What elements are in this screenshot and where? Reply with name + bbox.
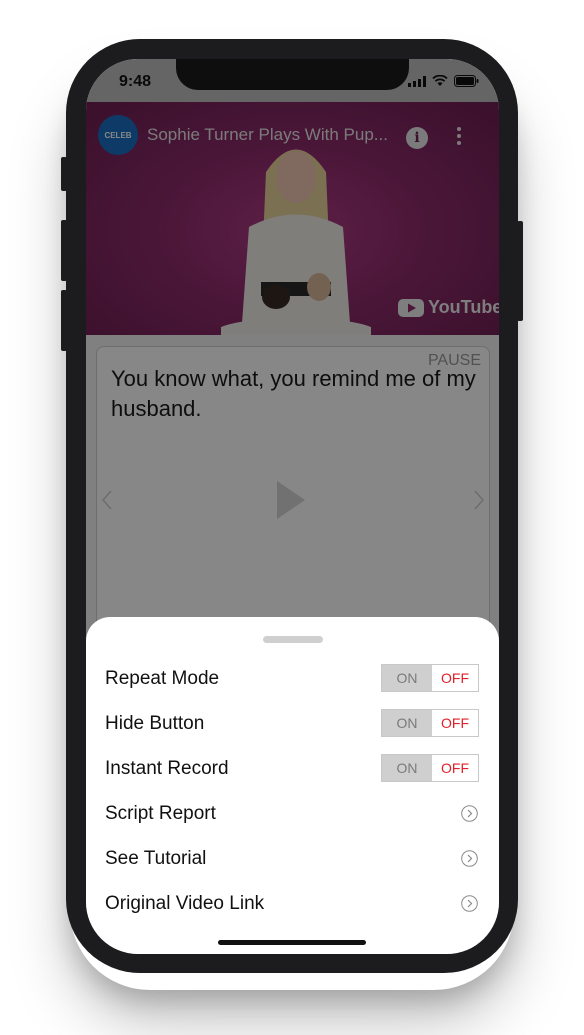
repeat-mode-on[interactable]: ON [382, 665, 432, 691]
screen: 9:48 CELEB Sophie Turner Plays With Pup.… [86, 59, 499, 954]
chevron-right-circle-icon[interactable] [461, 895, 478, 912]
see-tutorial-row[interactable]: See Tutorial [105, 844, 479, 874]
hide-button-row: Hide Button ON OFF [105, 709, 479, 739]
original-video-link-label: Original Video Link [105, 893, 265, 914]
hide-button-toggle[interactable]: ON OFF [381, 709, 479, 737]
chevron-right-circle-icon[interactable] [461, 805, 478, 822]
hide-button-on[interactable]: ON [382, 710, 432, 736]
instant-record-on[interactable]: ON [382, 755, 432, 781]
home-indicator[interactable] [218, 940, 366, 945]
repeat-mode-off[interactable]: OFF [432, 665, 478, 691]
repeat-mode-label: Repeat Mode [105, 668, 220, 689]
see-tutorial-label: See Tutorial [105, 848, 207, 869]
instant-record-row: Instant Record ON OFF [105, 754, 479, 784]
instant-record-off[interactable]: OFF [432, 755, 478, 781]
instant-record-label: Instant Record [105, 758, 229, 779]
instant-record-toggle[interactable]: ON OFF [381, 754, 479, 782]
chevron-right-circle-icon[interactable] [461, 850, 478, 867]
settings-bottom-sheet: Repeat Mode ON OFF Hide Button ON OFF In… [86, 617, 499, 954]
script-report-row[interactable]: Script Report [105, 799, 479, 829]
repeat-mode-toggle[interactable]: ON OFF [381, 664, 479, 692]
hide-button-label: Hide Button [105, 713, 205, 734]
sheet-grabber[interactable] [263, 636, 323, 643]
original-video-link-row[interactable]: Original Video Link [105, 889, 479, 919]
script-report-label: Script Report [105, 803, 216, 824]
repeat-mode-row: Repeat Mode ON OFF [105, 664, 479, 694]
hide-button-off[interactable]: OFF [432, 710, 478, 736]
